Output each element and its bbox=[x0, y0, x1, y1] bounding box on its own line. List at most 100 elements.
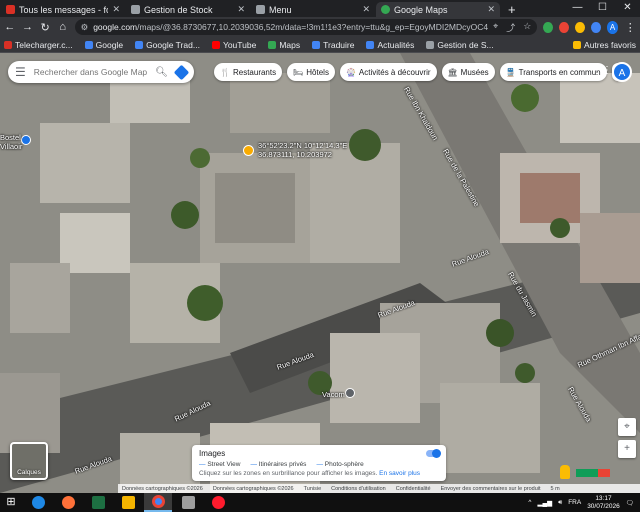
coordinates-label[interactable]: 36°52'23.2"N 10°12'14.3"E bbox=[258, 141, 347, 150]
opera-logo bbox=[211, 496, 225, 509]
app-icon[interactable] bbox=[174, 493, 202, 512]
firefox-icon[interactable] bbox=[54, 493, 82, 512]
bookmark-star-icon[interactable]: ☆ bbox=[523, 21, 531, 34]
gmail-icon bbox=[6, 5, 15, 14]
place-label[interactable]: Vacom bbox=[322, 390, 345, 399]
images-panel: Images Street View Itinéraires privés Ph… bbox=[192, 445, 446, 481]
place-label[interactable]: Bostel Villaoir bbox=[0, 133, 22, 151]
opera-icon[interactable] bbox=[204, 493, 232, 512]
bookmark-item[interactable]: Maps bbox=[268, 40, 300, 50]
app-logo bbox=[181, 496, 195, 509]
bookmark-item[interactable]: Google bbox=[84, 40, 123, 50]
chip-activities[interactable]: 🎡 Activités à découvrir bbox=[339, 63, 437, 81]
extension-icon[interactable] bbox=[543, 21, 554, 33]
search-input[interactable] bbox=[33, 67, 148, 77]
bookmark-label: Autres favoris bbox=[584, 39, 636, 50]
place-pin-icon[interactable] bbox=[21, 135, 31, 145]
search-icon[interactable]: 🔍︎ bbox=[155, 67, 168, 78]
omnibox-actions: ⌖ ⤴ ☆ bbox=[493, 21, 531, 34]
bookmark-item[interactable]: Telecharger.c... bbox=[4, 40, 73, 50]
close-icon[interactable]: ✕ bbox=[362, 4, 370, 15]
clock-date: 30/07/2026 bbox=[587, 502, 620, 510]
home-icon[interactable]: ⌂ bbox=[57, 21, 69, 33]
extension-icon[interactable] bbox=[575, 21, 585, 33]
close-icon[interactable]: ✕ bbox=[237, 4, 245, 15]
images-legend: Street View Itinéraires privés Photo-sph… bbox=[199, 461, 439, 468]
share-icon[interactable]: ⤴ bbox=[506, 21, 515, 34]
tab-gestion-stock[interactable]: Gestion de Stock ✕ bbox=[126, 2, 250, 17]
coordinates-decimal-label[interactable]: 36.873111, 10.203972 bbox=[258, 150, 332, 159]
google-apps-icon[interactable]: ⋮⋮ bbox=[592, 65, 612, 76]
other-bookmarks[interactable]: Autres favoris bbox=[573, 40, 636, 50]
system-tray: ^ ▂▄▆ 🔊︎ FRA 13:17 30/07/2026 🗨︎ bbox=[528, 495, 640, 511]
bookmark-label: Maps bbox=[279, 39, 301, 50]
notifications-icon[interactable]: 🗨︎ bbox=[626, 499, 634, 507]
close-icon[interactable]: ✕ bbox=[112, 4, 120, 15]
tab-messages[interactable]: Tous les messages - for ✕ bbox=[1, 2, 125, 17]
terms-link[interactable]: Conditions d'utilisation bbox=[331, 486, 386, 492]
close-icon[interactable]: ✕ bbox=[487, 4, 495, 15]
images-toggle[interactable] bbox=[426, 449, 441, 458]
images-panel-note: Cliquez sur les zones en surbrillance po… bbox=[199, 470, 439, 477]
bookmark-item[interactable]: Gestion de S... bbox=[426, 40, 494, 50]
my-location-icon[interactable]: ⌖ bbox=[618, 418, 636, 436]
bookmark-item[interactable]: Traduire bbox=[312, 40, 354, 50]
translate-icon bbox=[312, 40, 321, 49]
dropped-pin-icon[interactable] bbox=[243, 145, 254, 156]
chevron-up-icon[interactable]: ^ bbox=[528, 499, 531, 506]
account-avatar[interactable]: A bbox=[612, 62, 632, 82]
privacy-link[interactable]: Confidentialité bbox=[396, 486, 431, 492]
windows-start-icon[interactable]: ⊞ bbox=[0, 493, 22, 512]
attribution-item: Données cartographiques ©2026 bbox=[212, 485, 294, 492]
maps-pin-icon bbox=[381, 5, 390, 14]
chip-museums[interactable]: 🏛 Musées bbox=[441, 63, 495, 81]
file-explorer-icon[interactable] bbox=[114, 493, 142, 512]
location-icon[interactable]: ⌖ bbox=[493, 21, 498, 34]
minimize-icon[interactable]: — bbox=[565, 0, 590, 15]
learn-more-link[interactable]: En savoir plus bbox=[379, 470, 420, 477]
close-window-icon[interactable]: ✕ bbox=[615, 0, 640, 15]
site-info-icon[interactable]: ⚙ bbox=[81, 22, 89, 33]
google-icon bbox=[84, 40, 93, 49]
edge-icon[interactable] bbox=[24, 493, 52, 512]
extension-icon[interactable] bbox=[590, 21, 601, 33]
clock[interactable]: 13:17 30/07/2026 bbox=[587, 495, 620, 511]
hotel-icon: 🛏 bbox=[293, 67, 304, 77]
pegman-icon[interactable] bbox=[560, 465, 570, 479]
maximize-icon[interactable]: ☐ bbox=[590, 0, 615, 15]
feedback-link[interactable]: Envoyer des commentaires sur le produit bbox=[441, 486, 541, 492]
extension-icon[interactable] bbox=[559, 21, 570, 33]
tab-google-maps[interactable]: Google Maps ✕ bbox=[376, 2, 500, 17]
excel-icon[interactable] bbox=[84, 493, 112, 512]
tab-menu[interactable]: Menu ✕ bbox=[251, 2, 375, 17]
directions-icon[interactable] bbox=[173, 64, 190, 80]
new-tab-button[interactable]: + bbox=[508, 2, 516, 17]
satellite-map[interactable]: Bostel Villaoir 36°52'23.2"N 10°12'14.3"… bbox=[0, 53, 640, 493]
bookmark-item[interactable]: Google Trad... bbox=[135, 40, 200, 50]
chip-hotels[interactable]: 🛏 Hôtels bbox=[287, 63, 335, 81]
forward-icon[interactable]: → bbox=[22, 21, 34, 33]
chrome-icon[interactable] bbox=[144, 493, 172, 512]
attribution-item: Tunisie bbox=[303, 485, 322, 492]
folder-icon bbox=[573, 40, 582, 49]
profile-avatar[interactable]: A bbox=[606, 20, 619, 34]
edge-logo bbox=[31, 496, 45, 509]
bookmark-item[interactable]: YouTube bbox=[211, 40, 256, 50]
volume-icon[interactable]: 🔊︎ bbox=[558, 499, 562, 507]
youtube-icon bbox=[211, 40, 220, 49]
chip-transit[interactable]: 🚆 Transports en commun bbox=[499, 63, 607, 81]
window-controls: — ☐ ✕ bbox=[565, 0, 640, 15]
scale-label[interactable]: 5 m bbox=[551, 486, 560, 492]
bookmark-item[interactable]: Actualités bbox=[366, 40, 414, 50]
language-indicator[interactable]: FRA bbox=[568, 499, 581, 506]
chip-restaurants[interactable]: 🍴 Restaurants bbox=[214, 63, 283, 81]
reload-icon[interactable]: ↻ bbox=[39, 21, 51, 34]
zoom-in-icon[interactable]: + bbox=[618, 440, 636, 458]
menu-dots-icon[interactable]: ⋮ bbox=[624, 21, 636, 34]
network-icon[interactable]: ▂▄▆ bbox=[537, 499, 552, 507]
layers-button[interactable]: Calques bbox=[10, 442, 48, 480]
hamburger-menu-icon[interactable]: ☰ bbox=[15, 65, 26, 79]
back-icon[interactable]: ← bbox=[4, 21, 16, 33]
place-pin-icon[interactable] bbox=[345, 388, 355, 398]
address-bar[interactable]: ⚙ google.com/maps/@36.8730677,10.2039036… bbox=[74, 19, 538, 35]
